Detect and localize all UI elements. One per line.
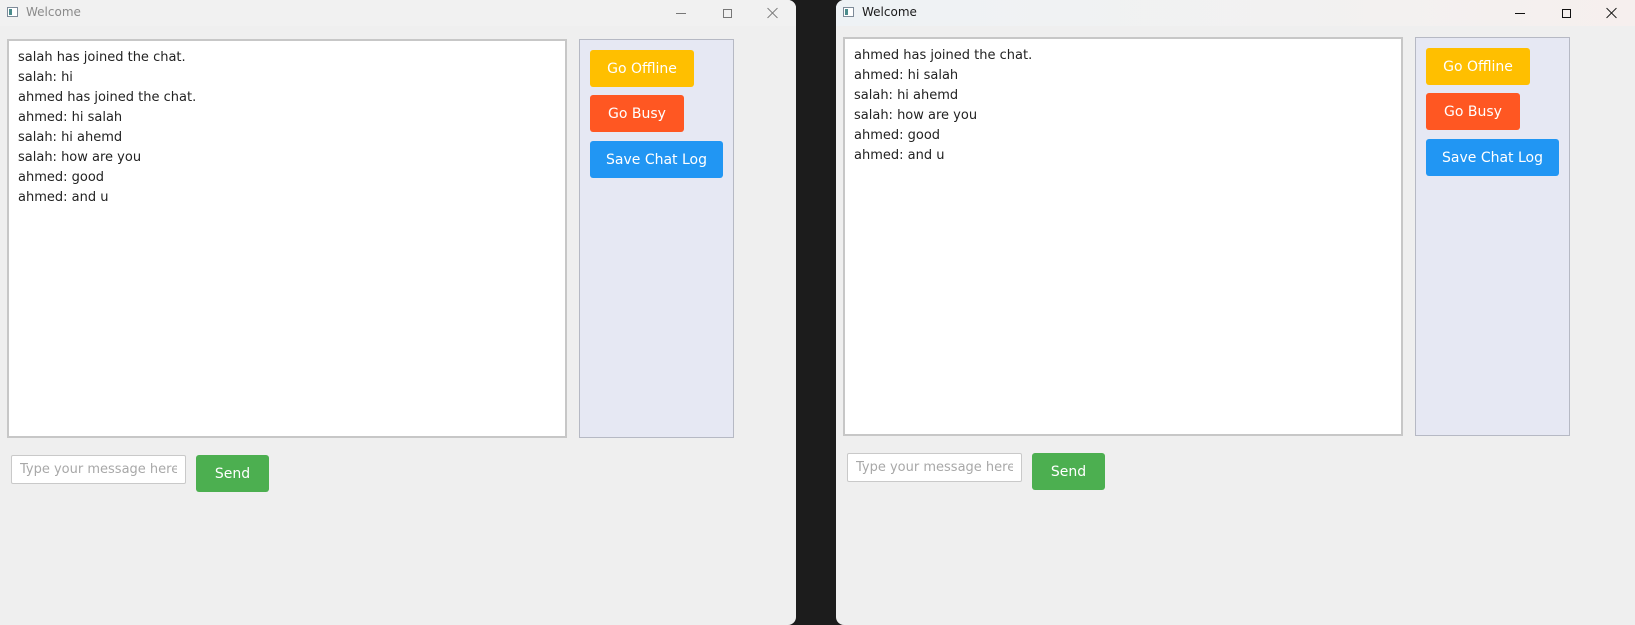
chat-message: ahmed: hi salah bbox=[854, 68, 959, 83]
window-title: Welcome bbox=[26, 5, 81, 19]
maximize-icon bbox=[1561, 8, 1571, 18]
maximize-button[interactable] bbox=[1543, 0, 1589, 26]
close-button[interactable] bbox=[1589, 0, 1635, 26]
go-offline-button[interactable]: Go Offline bbox=[590, 50, 694, 87]
chat-message: salah: hi ahemd bbox=[854, 88, 959, 103]
chat-message: ahmed has joined the chat. bbox=[18, 90, 197, 105]
window-title: Welcome bbox=[862, 5, 917, 19]
chat-window-right: Welcome ahmed has joined the chat. ahmed… bbox=[836, 0, 1635, 625]
chat-message: ahmed: good bbox=[18, 170, 105, 185]
status-side-panel: Go Offline Go Busy Save Chat Log bbox=[1415, 37, 1570, 436]
chat-message: salah: hi ahemd bbox=[18, 130, 123, 145]
chat-message: salah: how are you bbox=[18, 150, 142, 165]
chat-message: ahmed has joined the chat. bbox=[854, 48, 1033, 63]
minimize-button[interactable] bbox=[658, 0, 704, 26]
chat-message: ahmed: hi salah bbox=[18, 110, 123, 125]
app-window-icon bbox=[7, 7, 18, 17]
app-window-icon bbox=[843, 7, 854, 17]
chat-log-area[interactable]: salah has joined the chat. salah: hi ahm… bbox=[7, 39, 567, 438]
chat-message: ahmed: and u bbox=[854, 148, 945, 163]
go-offline-button[interactable]: Go Offline bbox=[1426, 48, 1530, 85]
minimize-button[interactable] bbox=[1497, 0, 1543, 26]
save-chat-log-button[interactable]: Save Chat Log bbox=[590, 141, 723, 178]
title-bar[interactable]: Welcome bbox=[836, 0, 1635, 26]
status-side-panel: Go Offline Go Busy Save Chat Log bbox=[579, 39, 734, 438]
minimize-icon bbox=[1515, 12, 1525, 14]
go-busy-button[interactable]: Go Busy bbox=[1426, 93, 1520, 130]
title-bar[interactable]: Welcome bbox=[0, 0, 796, 26]
send-button[interactable]: Send bbox=[196, 455, 269, 492]
chat-message: salah: how are you bbox=[854, 108, 978, 123]
close-button[interactable] bbox=[750, 0, 796, 26]
save-chat-log-button[interactable]: Save Chat Log bbox=[1426, 139, 1559, 176]
message-input[interactable] bbox=[847, 453, 1022, 482]
go-busy-button[interactable]: Go Busy bbox=[590, 95, 684, 132]
maximize-button[interactable] bbox=[704, 0, 750, 26]
chat-message: ahmed: and u bbox=[18, 190, 109, 205]
close-icon bbox=[767, 7, 779, 19]
chat-window-left: Welcome salah has joined the chat. salah… bbox=[0, 0, 796, 625]
chat-message: salah has joined the chat. bbox=[18, 50, 186, 65]
chat-message: ahmed: good bbox=[854, 128, 941, 143]
close-icon bbox=[1606, 7, 1618, 19]
maximize-icon bbox=[722, 8, 732, 18]
send-button[interactable]: Send bbox=[1032, 453, 1105, 490]
chat-log-area[interactable]: ahmed has joined the chat. ahmed: hi sal… bbox=[843, 37, 1403, 436]
chat-message: salah: hi bbox=[18, 70, 73, 85]
minimize-icon bbox=[676, 12, 686, 14]
message-input[interactable] bbox=[11, 455, 186, 484]
